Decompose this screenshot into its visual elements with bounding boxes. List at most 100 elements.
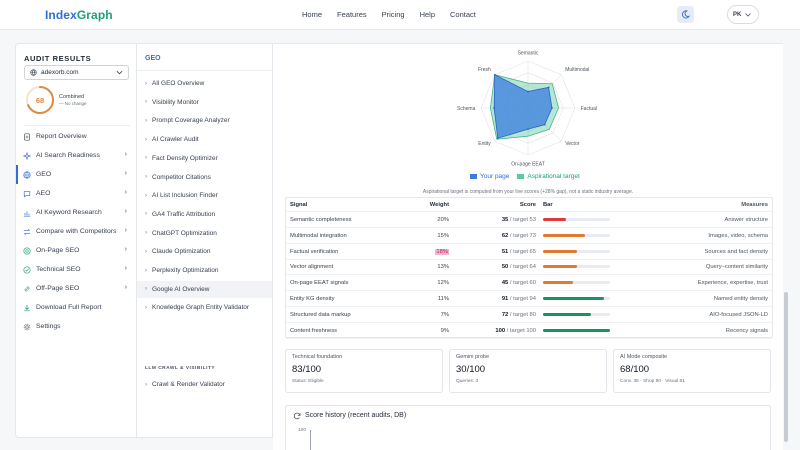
card-title: AI Mode composite — [620, 354, 668, 360]
sidebar-item-label: Download Full Report — [36, 304, 102, 311]
table-row: Multimodal integration 15% 62 / target 73 I… — [286, 228, 772, 244]
cell-score: 62 / target 73 — [501, 232, 536, 239]
sidebar-item-geo[interactable]: GEO › — [16, 165, 136, 184]
radar-legend: Your page Aspirational target — [470, 173, 580, 180]
sidebar-item-label: GEO — [36, 171, 52, 178]
submenu-item-ai-list-inclusion-finder[interactable]: › AI List Inclusion Finder — [137, 187, 272, 204]
submenu-item-label: Google AI Overview — [152, 285, 210, 293]
sidebar-item-label: Off-Page SEO — [36, 285, 80, 292]
cell-measures: Recency signals — [725, 327, 768, 334]
chevron-right-icon: › — [145, 155, 147, 162]
score-bar — [543, 249, 610, 253]
sidebar-item-report-overview[interactable]: Report Overview — [16, 127, 136, 146]
submenu-item-knowledge-graph-entity-validator[interactable]: › Knowledge Graph Entity Validator — [137, 299, 272, 316]
user-menu-button[interactable]: PK — [727, 5, 759, 24]
history-axis-tick: 100 — [298, 428, 307, 433]
chevron-right-icon: › — [145, 248, 147, 255]
logo[interactable]: IndexGraph — [45, 8, 113, 22]
sidebar-item-settings[interactable]: Settings — [16, 317, 136, 336]
chevron-right-icon: › — [124, 151, 127, 158]
sidebar-item-compare-with-competitors[interactable]: Compare with Competitors › — [16, 222, 136, 241]
radar-axis-label: Entity — [478, 141, 491, 147]
document-icon — [23, 132, 31, 141]
submenu-item-prompt-coverage-analyzer[interactable]: › Prompt Coverage Analyzer — [137, 112, 272, 129]
chevron-right-icon: › — [124, 246, 127, 253]
download-icon — [23, 304, 31, 312]
submenu-item-chatgpt-optimization[interactable]: › ChatGPT Optimization — [137, 225, 272, 242]
score-bar-fill — [543, 312, 592, 316]
table-row: Vector alignment 13% 50 / target 64 Query–c… — [286, 259, 772, 276]
gear-icon — [23, 323, 31, 331]
submenu-item-perplexity-optimization[interactable]: › Perplexity Optimization — [137, 262, 272, 279]
chevron-right-icon: › — [145, 286, 147, 293]
submenu-item-visibility-monitor[interactable]: › Visibility Monitor — [137, 94, 272, 111]
geo-submenu: GEO › All GEO Overview › Visibility Monitor… — [137, 43, 273, 438]
score-change: — No change — [59, 101, 87, 106]
sidebar-item-technical-seo[interactable]: Technical SEO › — [16, 260, 136, 279]
col-signal: Signal — [290, 202, 308, 208]
sidebar-item-download-full-report[interactable]: Download Full Report — [16, 298, 136, 317]
card-subtext: Conv. 36 · Shop 90 · Visual 81 — [620, 379, 685, 384]
radar-axis-label: Semantic — [518, 50, 539, 56]
score-bar — [543, 265, 610, 269]
submenu-item-label: GA4 Traffic Attribution — [152, 210, 216, 218]
nav-link-home[interactable]: Home — [302, 10, 322, 19]
score-bar-fill — [543, 233, 585, 237]
score-bar-fill — [543, 218, 567, 221]
submenu-item-fact-density-optimizer[interactable]: › Fact Density Optimizer — [137, 150, 272, 167]
score-bar-fill — [543, 249, 578, 253]
sidebar-item-ai-search-readiness[interactable]: AI Search Readiness › — [16, 146, 136, 165]
cell-weight: 11% — [437, 296, 449, 302]
theme-toggle-button[interactable] — [677, 6, 694, 23]
submenu-item-google-ai-overview[interactable]: › Google AI Overview — [137, 280, 272, 298]
card-title: Technical foundation — [292, 354, 343, 360]
link-icon — [23, 285, 31, 293]
col-weight: Weight — [429, 202, 449, 208]
nav-link-help[interactable]: Help — [420, 10, 435, 19]
submenu-item-ai-crawler-audit[interactable]: › AI Crawler Audit — [137, 131, 272, 148]
sidebar-item-ai-keyword-research[interactable]: AI Keyword Research › — [16, 203, 136, 222]
col-bar: Bar — [543, 202, 553, 208]
submenu-item-ga4-traffic-attribution[interactable]: › GA4 Traffic Attribution — [137, 206, 272, 223]
chevron-right-icon: › — [145, 381, 147, 388]
nav-link-pricing[interactable]: Pricing — [382, 10, 405, 19]
submenu-item-competitor-citations[interactable]: › Competitor Citations — [137, 169, 272, 186]
chevron-right-icon: › — [145, 117, 147, 124]
divider — [137, 70, 272, 71]
sidebar-item-aeo[interactable]: AEO › — [16, 184, 136, 203]
chevron-right-icon: › — [124, 170, 127, 177]
domain-select[interactable]: adexorb.com — [24, 65, 129, 80]
cell-weight: 18% — [435, 248, 449, 255]
score-history-panel: Score history (recent audits, DB) 100 — [285, 405, 771, 450]
cell-measures: Named entity density — [713, 296, 768, 302]
globe-icon — [23, 170, 31, 179]
history-axis — [310, 430, 311, 450]
cell-weight: 15% — [437, 232, 449, 239]
table-row: Content freshness 9% 100 / target 100 Recen… — [286, 323, 772, 339]
sidebar-item-off-page-seo[interactable]: Off-Page SEO › — [16, 279, 136, 298]
submenu-item-label: Crawl & Render Validator — [152, 381, 225, 388]
chevron-down-icon — [745, 12, 752, 17]
cell-score: 91 / target 94 — [501, 296, 536, 302]
nav-link-features[interactable]: Features — [337, 10, 367, 19]
submenu-item-label: Fact Density Optimizer — [152, 154, 218, 162]
submenu-item-claude-optimization[interactable]: › Claude Optimization — [137, 243, 272, 260]
table-row: Entity KG density 11% 91 / target 94 Named … — [286, 291, 772, 307]
cell-measures: Query–content similarity — [705, 264, 768, 271]
submenu-item-crawl-render-validator[interactable]: › Crawl & Render Validator — [137, 376, 272, 393]
table-row: On-page EEAT signals 12% 45 / target 60 Exp… — [286, 275, 772, 292]
chevron-right-icon: › — [145, 136, 147, 143]
chevron-right-icon: › — [145, 192, 147, 199]
submenu-item-all-geo-overview[interactable]: › All GEO Overview — [137, 75, 272, 92]
chevron-right-icon: › — [124, 284, 127, 291]
radar-point-your-page — [527, 90, 529, 93]
top-nav: IndexGraph Home Features Pricing Help Co… — [0, 0, 800, 30]
nav-link-contact[interactable]: Contact — [450, 10, 476, 19]
chevron-right-icon: › — [145, 80, 147, 87]
cell-signal: Multimodal integration — [290, 232, 347, 239]
scrollbar[interactable] — [784, 292, 788, 442]
cell-signal: Semantic completeness — [290, 217, 352, 223]
cell-signal: Structured data markup — [290, 311, 351, 318]
sidebar-item-on-page-seo[interactable]: On-Page SEO › — [16, 241, 136, 260]
radar-point-your-page — [551, 107, 553, 109]
